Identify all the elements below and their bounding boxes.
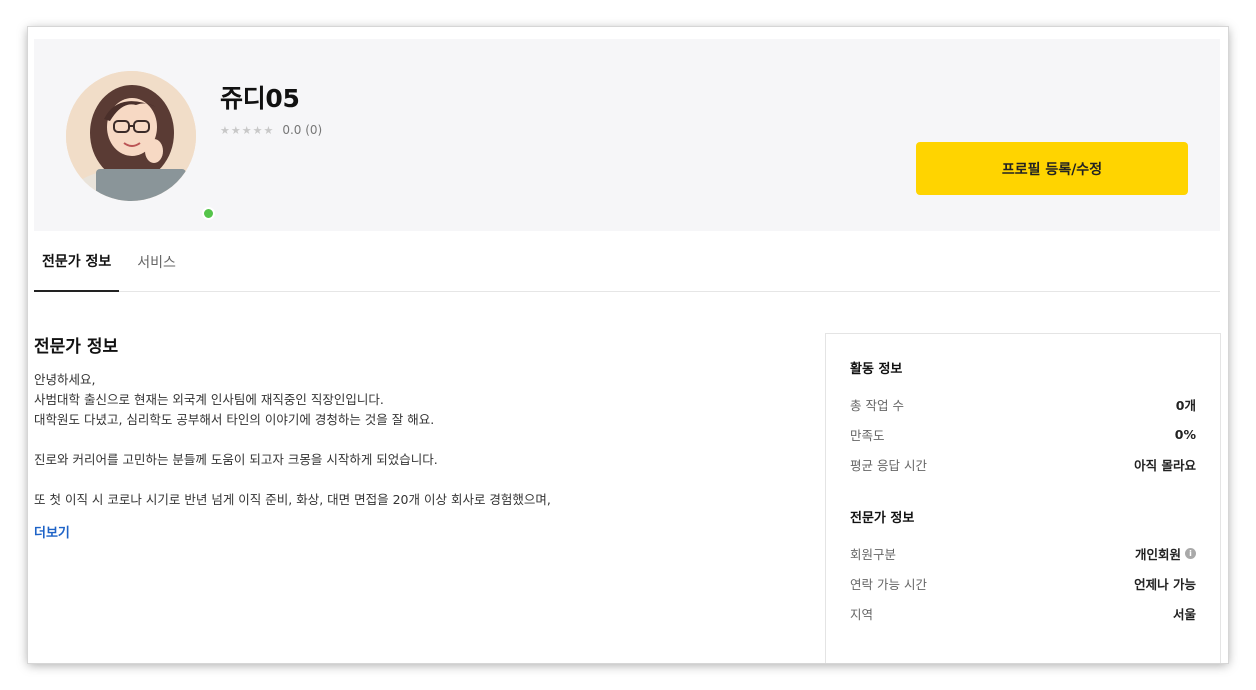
rating: ★★★★★ 0.0 (0) [220, 123, 322, 137]
intro-line: 사범대학 출신으로 현재는 외국계 인사팀에 재직중인 직장인입니다. [34, 392, 384, 407]
tab-bar: 전문가 정보 서비스 [34, 232, 1220, 292]
stat-row: 만족도 0% [850, 419, 1196, 449]
expert-info-section: 전문가 정보 안녕하세요, 사범대학 출신으로 현재는 외국계 인사팀에 재직중… [34, 332, 794, 541]
info-row: 회원구분 개인회원 i [850, 538, 1196, 568]
stat-value: 0개 [1175, 397, 1196, 413]
info-row: 연락 가능 시간 언제나 가능 [850, 568, 1196, 598]
expert-info: 전문가 정보 회원구분 개인회원 i 연락 가능 시간 언제나 가능 지역 서울 [850, 507, 1196, 628]
activity-info: 활동 정보 총 작업 수 0개 만족도 0% 평균 응답 시간 아직 몰라요 [850, 358, 1196, 479]
intro-blank-line [34, 430, 794, 450]
intro-line: 안녕하세요, [34, 372, 96, 387]
info-icon[interactable]: i [1185, 547, 1196, 559]
stat-value: 아직 몰라요 [1134, 457, 1196, 473]
stat-label: 총 작업 수 [850, 397, 904, 413]
stat-label: 평균 응답 시간 [850, 457, 927, 473]
intro-blank-line [34, 470, 794, 490]
profile-edit-button[interactable]: 프로필 등록/수정 [916, 142, 1188, 195]
rating-stars-icon: ★★★★★ [220, 123, 275, 137]
section-title: 전문가 정보 [34, 337, 119, 357]
online-status-dot [202, 207, 215, 220]
info-label: 지역 [850, 606, 874, 622]
avatar-illustration [66, 71, 196, 201]
tab-expert-info[interactable]: 전문가 정보 [34, 232, 120, 292]
stat-row: 평균 응답 시간 아직 몰라요 [850, 449, 1196, 479]
info-value: 언제나 가능 [1134, 576, 1196, 592]
intro-text: 안녕하세요, 사범대학 출신으로 현재는 외국계 인사팀에 재직중인 직장인입니… [34, 370, 794, 510]
intro-line: 대학원도 다녔고, 심리학도 공부해서 타인의 이야기에 경청하는 것을 잘 해… [34, 412, 435, 427]
intro-line: 진로와 커리어를 고민하는 분들께 도움이 되고자 크몽을 시작하게 되었습니다… [34, 452, 438, 467]
more-link[interactable]: 더보기 [34, 522, 70, 541]
rating-score: 0.0 (0) [282, 123, 323, 137]
info-label: 연락 가능 시간 [850, 576, 927, 592]
activity-info-title: 활동 정보 [850, 362, 903, 377]
info-row: 지역 서울 [850, 598, 1196, 628]
info-sidebar: 활동 정보 총 작업 수 0개 만족도 0% 평균 응답 시간 아직 몰라요 전… [825, 333, 1221, 663]
profile-header: 쥬디05 ★★★★★ 0.0 (0) 프로필 등록/수정 [34, 39, 1220, 231]
profile-name: 쥬디05 [220, 84, 300, 113]
stat-label: 만족도 [850, 427, 885, 443]
info-value: 서울 [1172, 606, 1196, 622]
stat-row: 총 작업 수 0개 [850, 389, 1196, 419]
info-label: 회원구분 [850, 546, 897, 562]
info-value: 개인회원 [1134, 546, 1181, 562]
stat-value: 0% [1174, 426, 1196, 442]
avatar[interactable] [66, 71, 215, 220]
expert-info-title: 전문가 정보 [850, 511, 915, 526]
tab-services[interactable]: 서비스 [129, 232, 184, 292]
info-value-wrap: 개인회원 i [1135, 544, 1196, 563]
profile-window: 쥬디05 ★★★★★ 0.0 (0) 프로필 등록/수정 전문가 정보 서비스 … [28, 27, 1228, 663]
intro-line: 또 첫 이직 시 코로나 시기로 반년 넘게 이직 준비, 화상, 대면 면접을… [34, 492, 551, 507]
